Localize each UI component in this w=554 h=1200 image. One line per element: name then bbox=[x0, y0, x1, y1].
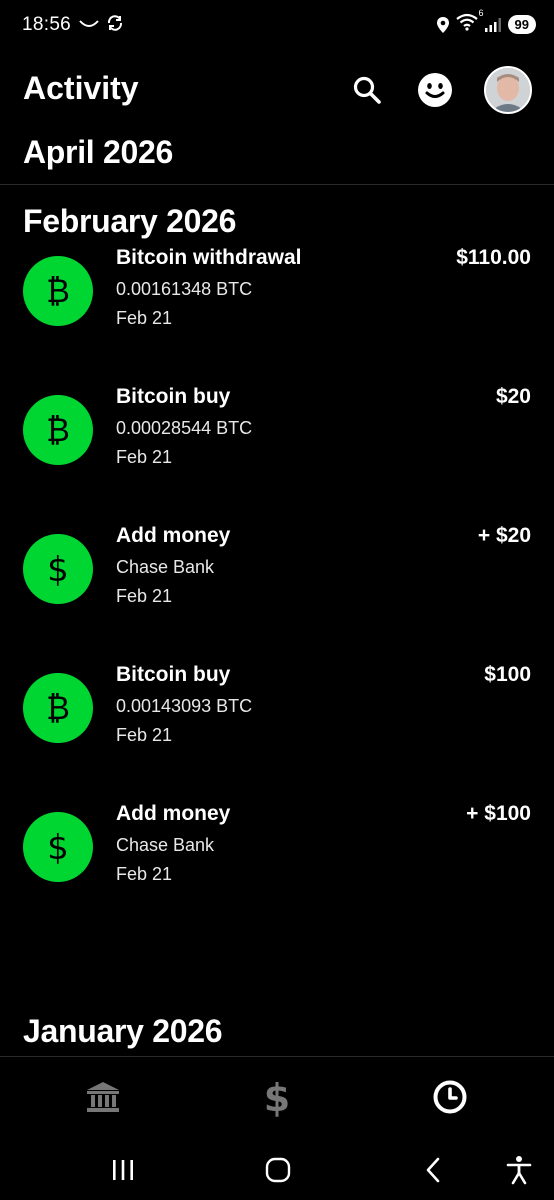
search-button[interactable] bbox=[348, 71, 386, 109]
transaction-detail: 0.00028544 BTC bbox=[116, 418, 253, 438]
transaction-title: Add money bbox=[116, 802, 231, 825]
status-right-icons: 6 99 bbox=[436, 8, 536, 36]
transaction-detail: 0.00143093 BTC bbox=[116, 696, 253, 716]
search-icon bbox=[353, 76, 381, 104]
month-heading: February 2026 bbox=[23, 203, 237, 239]
svg-text:$: $ bbox=[47, 551, 69, 587]
tab-activity[interactable] bbox=[428, 1075, 472, 1119]
svg-text:₿: ₿ bbox=[46, 412, 70, 448]
transaction-date: Feb 21 bbox=[116, 447, 173, 467]
dollar-icon: $ bbox=[264, 1077, 290, 1117]
svg-text:₿: ₿ bbox=[46, 690, 70, 726]
wifi-badge: 6 bbox=[478, 8, 484, 18]
sync-icon bbox=[107, 15, 123, 31]
transaction-amount: + $20 bbox=[477, 524, 531, 547]
transaction-title: Add money bbox=[116, 524, 231, 547]
recents-icon bbox=[113, 1160, 133, 1180]
back-button[interactable] bbox=[413, 1152, 453, 1188]
dollar-icon: $ bbox=[23, 812, 93, 882]
transaction-amount: $20 bbox=[495, 385, 531, 408]
location-icon bbox=[436, 16, 449, 33]
transaction-amount: + $100 bbox=[466, 802, 531, 825]
transaction-row[interactable]: $ Add money Chase Bank Feb 21 + $20 bbox=[0, 524, 554, 663]
month-heading: January 2026 bbox=[23, 1013, 223, 1049]
bitcoin-icon: ₿ bbox=[23, 395, 93, 465]
header-actions bbox=[348, 66, 532, 114]
avatar-photo bbox=[486, 68, 530, 112]
svg-text:$: $ bbox=[264, 1077, 290, 1117]
transaction-date: Feb 21 bbox=[116, 308, 173, 328]
home-button[interactable] bbox=[258, 1152, 298, 1188]
system-nav-bar bbox=[0, 1136, 554, 1200]
bank-icon bbox=[87, 1082, 119, 1112]
link-icon bbox=[79, 20, 99, 27]
tab-money[interactable]: $ bbox=[255, 1075, 299, 1119]
transaction-row[interactable]: $ Add money Chase Bank Feb 21 + $100 bbox=[0, 802, 554, 941]
transaction-detail: Chase Bank bbox=[116, 557, 215, 577]
accessibility-button[interactable] bbox=[499, 1152, 539, 1188]
transaction-title: Bitcoin buy bbox=[116, 385, 231, 408]
transaction-title: Bitcoin buy bbox=[116, 663, 231, 686]
transaction-date: Feb 21 bbox=[116, 864, 173, 884]
smile-icon bbox=[418, 73, 452, 107]
back-icon bbox=[426, 1157, 440, 1183]
transaction-date: Feb 21 bbox=[116, 725, 173, 745]
transaction-title: Bitcoin withdrawal bbox=[116, 246, 302, 269]
recent-apps-button[interactable] bbox=[103, 1152, 143, 1188]
accessibility-icon bbox=[506, 1156, 532, 1185]
sticky-month-header: April 2026 bbox=[0, 128, 554, 185]
transaction-amount: $100 bbox=[484, 663, 531, 686]
status-left-icons bbox=[78, 14, 124, 32]
svg-text:₿: ₿ bbox=[46, 273, 70, 309]
transaction-row[interactable]: ₿ Bitcoin buy 0.00143093 BTC Feb 21 $100 bbox=[0, 663, 554, 802]
bitcoin-icon: ₿ bbox=[23, 256, 93, 326]
month-heading: April 2026 bbox=[23, 134, 173, 170]
transaction-detail: Chase Bank bbox=[116, 835, 215, 855]
transaction-row[interactable]: ₿ Bitcoin withdrawal 0.00161348 BTC Feb … bbox=[0, 246, 554, 385]
activity-clock-icon bbox=[433, 1080, 467, 1114]
profile-avatar[interactable] bbox=[484, 66, 532, 114]
tab-banking[interactable] bbox=[81, 1075, 125, 1119]
bitcoin-icon: ₿ bbox=[23, 673, 93, 743]
transaction-row[interactable]: ₿ Bitcoin buy 0.00028544 BTC Feb 21 $20 bbox=[0, 385, 554, 524]
tab-bar: $ bbox=[0, 1056, 554, 1137]
transaction-date: Feb 21 bbox=[116, 586, 173, 606]
status-time: 18:56 bbox=[22, 14, 72, 35]
svg-text:$: $ bbox=[47, 829, 69, 865]
signal-icon bbox=[484, 17, 501, 32]
support-button[interactable] bbox=[416, 71, 454, 109]
dollar-icon: $ bbox=[23, 534, 93, 604]
wifi-icon bbox=[455, 13, 478, 31]
transaction-amount: $110.00 bbox=[456, 246, 531, 269]
page-title: Activity bbox=[23, 70, 139, 106]
status-bar: 18:56 6 99 bbox=[0, 0, 554, 52]
home-icon bbox=[265, 1157, 291, 1183]
battery-indicator: 99 bbox=[507, 15, 536, 34]
activity-list: February 2026 ₿ Bitcoin withdrawal 0.001… bbox=[0, 196, 554, 941]
header: Activity bbox=[0, 62, 554, 122]
transaction-detail: 0.00161348 BTC bbox=[116, 279, 253, 299]
